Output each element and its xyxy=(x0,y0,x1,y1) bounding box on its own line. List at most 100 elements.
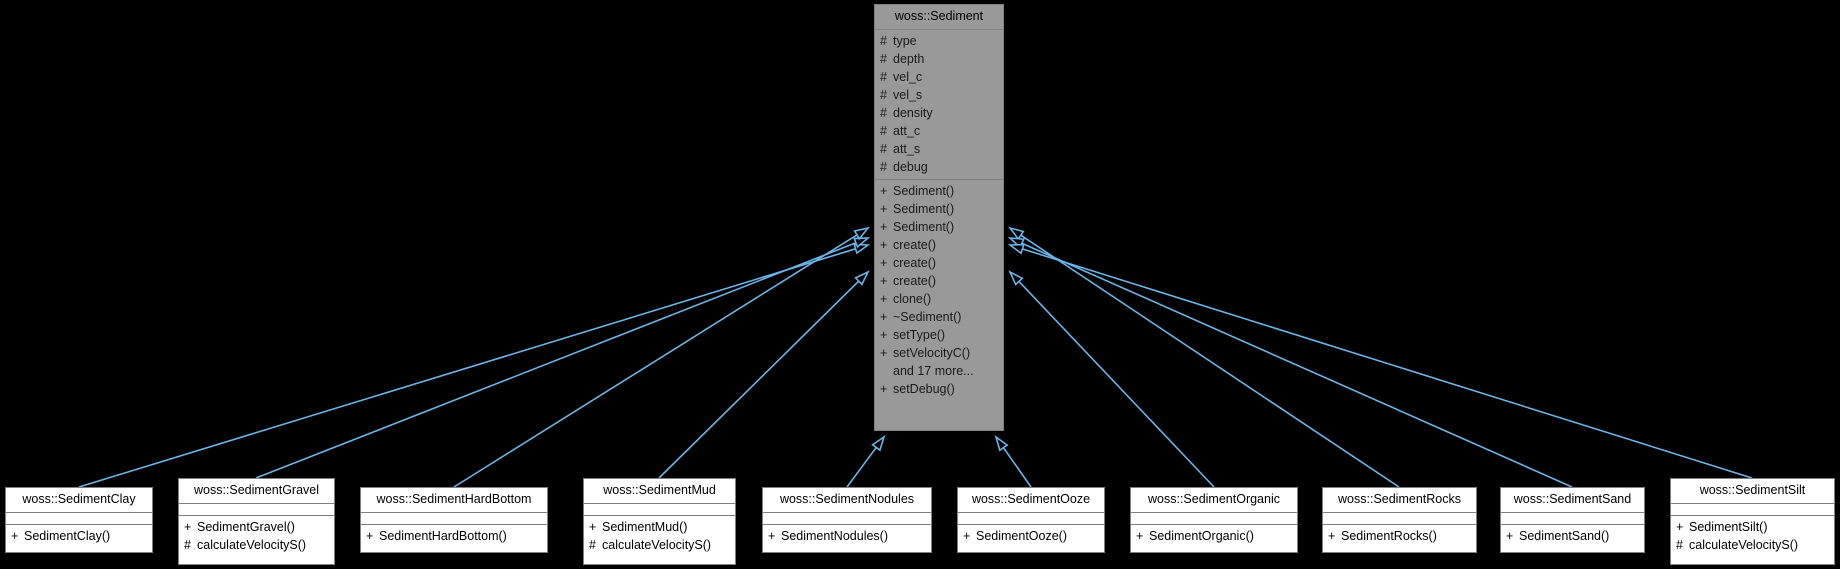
methods-compartment: + SedimentSilt() # calculateVelocityS() xyxy=(1671,516,1834,557)
attribute-row: # att_s xyxy=(875,140,1003,158)
methods-compartment: + SedimentHardBottom() xyxy=(361,525,547,548)
inheritance-edge xyxy=(1020,234,1400,488)
member-label: Sediment() xyxy=(893,201,955,216)
methods-compartment: + SedimentOrganic() xyxy=(1131,525,1297,548)
visibility-marker: + xyxy=(880,201,888,216)
method-row: + clone() xyxy=(875,290,1003,308)
class-title: woss::SedimentSilt xyxy=(1699,483,1806,497)
attributes-compartment xyxy=(958,513,1104,524)
inheritance-arrowhead-icon xyxy=(853,226,871,241)
visibility-marker: # xyxy=(880,141,887,156)
member-label: density xyxy=(893,105,933,120)
visibility-marker: + xyxy=(184,519,192,534)
class-node-sedimentgravel[interactable]: woss::SedimentGravel + SedimentGravel() # ca… xyxy=(178,478,335,565)
inheritance-arrowhead-icon xyxy=(854,270,870,286)
visibility-marker: + xyxy=(880,345,888,360)
visibility-marker: + xyxy=(880,183,888,198)
member-label: SedimentNodules() xyxy=(781,528,888,543)
visibility-marker: + xyxy=(1676,519,1684,534)
class-node-sedimentorganic[interactable]: woss::SedimentOrganic + SedimentOrganic() xyxy=(1130,487,1298,553)
inheritance-edge xyxy=(1002,447,1032,488)
inheritance-arrowhead-icon xyxy=(994,434,1009,452)
visibility-marker: # xyxy=(880,51,887,66)
class-node-sedimenthardbottom[interactable]: woss::SedimentHardBottom + SedimentHardBot… xyxy=(360,487,548,553)
attributes-compartment xyxy=(179,504,334,515)
visibility-marker: + xyxy=(963,528,971,543)
method-row: + create() xyxy=(875,272,1003,290)
class-node-sedimentsilt[interactable]: woss::SedimentSilt+ SedimentSilt() # calcul… xyxy=(1670,478,1835,565)
uml-inheritance-diagram: woss::Sediment # type # depth # vel_c # vel_s # d… xyxy=(0,0,1840,569)
visibility-marker: + xyxy=(366,528,374,543)
visibility-marker: # xyxy=(880,87,887,102)
methods-compartment: + SedimentNodules() xyxy=(763,525,931,548)
attributes-compartment xyxy=(763,513,931,524)
inheritance-arrowhead-icon xyxy=(853,243,871,255)
member-label: setVelocityC() xyxy=(893,345,971,360)
method-row: + SedimentHardBottom() xyxy=(361,527,547,545)
attributes-compartment xyxy=(584,504,735,515)
member-label: SedimentHardBottom() xyxy=(379,528,507,543)
member-label: SedimentMud() xyxy=(602,519,688,534)
visibility-marker: # xyxy=(880,69,887,84)
visibility-marker: + xyxy=(11,528,19,543)
attributes-compartment xyxy=(361,513,547,524)
attribute-row: # att_c xyxy=(875,122,1003,140)
visibility-marker: # xyxy=(589,537,596,552)
method-row: + setDebug() xyxy=(875,380,1003,398)
methods-compartment: + SedimentSand() xyxy=(1501,525,1644,548)
member-label: create() xyxy=(893,273,937,288)
method-row: + SedimentNodules() xyxy=(763,527,931,545)
inheritance-edge xyxy=(453,234,858,488)
method-row: + SedimentOrganic() xyxy=(1131,527,1297,545)
member-label: debug xyxy=(893,159,928,174)
visibility-marker: # xyxy=(184,537,191,552)
visibility-marker: + xyxy=(880,255,888,270)
inheritance-edge xyxy=(1018,280,1215,488)
member-label: calculateVelocityS() xyxy=(197,537,307,552)
methods-compartment: + SedimentOoze() xyxy=(958,525,1104,548)
visibility-marker: + xyxy=(1506,528,1514,543)
methods-compartment: + SedimentMud() # calculateVelocityS() xyxy=(584,516,735,557)
attribute-row: # density xyxy=(875,104,1003,122)
class-node-sedimentooze[interactable]: woss::SedimentOoze + SedimentOoze() xyxy=(957,487,1105,553)
method-row: + SedimentOoze() xyxy=(958,527,1104,545)
member-label: clone() xyxy=(893,291,932,306)
method-row: + Sediment() xyxy=(875,200,1003,218)
inheritance-arrowhead-icon xyxy=(1007,237,1025,249)
member-label: depth xyxy=(893,51,925,66)
methods-compartment: + SedimentRocks() xyxy=(1323,525,1476,548)
attributes-compartment xyxy=(1501,513,1644,524)
class-node-sedimentclay[interactable]: woss::SedimentClay + SedimentClay() xyxy=(5,487,153,553)
method-row: + create() xyxy=(875,236,1003,254)
member-label: create() xyxy=(893,237,937,252)
class-node-sedimentsand[interactable]: woss::SedimentSand + SedimentSand() xyxy=(1500,487,1645,553)
member-label: SedimentClay() xyxy=(24,528,111,543)
member-label: SedimentSand() xyxy=(1519,528,1610,543)
visibility-marker: + xyxy=(880,273,888,288)
method-row: + setVelocityC() xyxy=(875,344,1003,362)
class-node-sedimentrocks[interactable]: woss::SedimentRocks + SedimentRocks() xyxy=(1322,487,1477,553)
attributes-compartment xyxy=(1671,504,1834,515)
inheritance-arrowhead-icon xyxy=(1007,226,1025,241)
member-label: and 17 more... xyxy=(893,363,974,378)
visibility-marker: # xyxy=(880,123,887,138)
method-row: + SedimentSand() xyxy=(1501,527,1644,545)
member-label: ~Sediment() xyxy=(893,309,962,324)
visibility-marker: + xyxy=(768,528,776,543)
visibility-marker: # xyxy=(880,105,887,120)
attributes-compartment: # type # depth # vel_c # vel_s # density # att_c # at… xyxy=(875,30,1003,179)
class-node-sedimentmud[interactable]: woss::SedimentMud + SedimentMud() # calculat… xyxy=(583,478,736,565)
class-title: woss::SedimentGravel xyxy=(193,483,320,497)
class-node-sedimentnodules[interactable]: woss::SedimentNodules + SedimentNodules() xyxy=(762,487,932,553)
member-label: setType() xyxy=(893,327,946,342)
method-row: + create() xyxy=(875,254,1003,272)
class-node-sediment[interactable]: woss::Sediment # type # depth # vel_c # vel_s # d… xyxy=(874,4,1004,431)
inheritance-arrowhead-icon xyxy=(1008,270,1024,286)
attribute-row: # vel_c xyxy=(875,68,1003,86)
inheritance-edge xyxy=(1021,242,1573,488)
member-label: vel_c xyxy=(893,69,923,84)
visibility-marker: + xyxy=(589,519,597,534)
class-title: woss::SedimentMud xyxy=(603,483,716,497)
method-row: + Sediment() xyxy=(875,218,1003,236)
member-label: create() xyxy=(893,255,937,270)
